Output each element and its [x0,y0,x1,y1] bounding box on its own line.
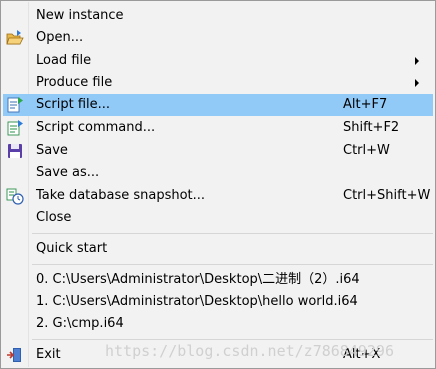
menu-item-label: Save [36,143,68,158]
open-folder-icon [6,30,24,45]
menu-item-shortcut: Ctrl+Shift+W [343,188,431,203]
menu-item-label: Load file [36,53,92,68]
menu-item-open[interactable]: Open... [3,27,433,49]
menu-item-label: 2. G:\cmp.i64 [36,316,124,331]
menu-separator [32,233,433,234]
menu-item-label: Take database snapshot... [36,188,206,203]
menu-item-label: Close [36,210,72,225]
menu-item-load-file[interactable]: Load file [3,50,433,72]
file-menu: New instance Open... Load file Produce f… [0,0,436,369]
menu-item-label: New instance [36,8,124,23]
menu-item-label: Script file... [36,97,111,112]
menu-item-label: 1. C:\Users\Administrator\Desktop\hello … [36,294,358,309]
menu-item-label: Script command... [36,120,156,135]
menu-item-shortcut: Shift+F2 [343,120,400,135]
submenu-arrow-icon [415,79,419,87]
menu-item-shortcut: Alt+F7 [343,97,388,112]
menu-item-close[interactable]: Close [3,207,433,229]
menu-item-recent-file-2[interactable]: 2. G:\cmp.i64 [3,313,433,335]
exit-door-icon [7,348,21,362]
menu-item-save-as[interactable]: Save as... [3,162,433,184]
menu-item-label: Produce file [36,75,113,90]
menu-item-quick-start[interactable]: Quick start [3,238,433,260]
menu-item-script-file[interactable]: Script file... Alt+F7 [3,94,433,116]
script-command-icon [7,120,23,136]
menu-item-recent-file-1[interactable]: 1. C:\Users\Administrator\Desktop\hello … [3,291,433,313]
menu-item-script-command[interactable]: Script command... Shift+F2 [3,117,433,139]
menu-item-shortcut: Ctrl+W [343,143,390,158]
submenu-arrow-icon [415,57,419,65]
menu-item-produce-file[interactable]: Produce file [3,72,433,94]
menu-item-label: 0. C:\Users\Administrator\Desktop\二进制（2）… [36,272,360,287]
menu-item-new-instance[interactable]: New instance [3,5,433,27]
menu-item-recent-file-0[interactable]: 0. C:\Users\Administrator\Desktop\二进制（2）… [3,269,433,291]
menu-item-label: Exit [36,347,61,362]
menu-item-label: Quick start [36,241,108,256]
snapshot-icon [6,188,24,205]
floppy-disk-icon [8,144,22,158]
menu-item-take-database-snapshot[interactable]: Take database snapshot... Ctrl+Shift+W [3,185,433,207]
watermark: https://blog.csdn.net/z786849296 [105,342,394,360]
script-file-icon [7,97,23,113]
menu-item-label: Open... [36,30,84,45]
menu-separator [32,264,433,265]
menu-item-label: Save as... [36,165,100,180]
menu-item-save[interactable]: Save Ctrl+W [3,140,433,162]
menu-separator [32,339,433,340]
